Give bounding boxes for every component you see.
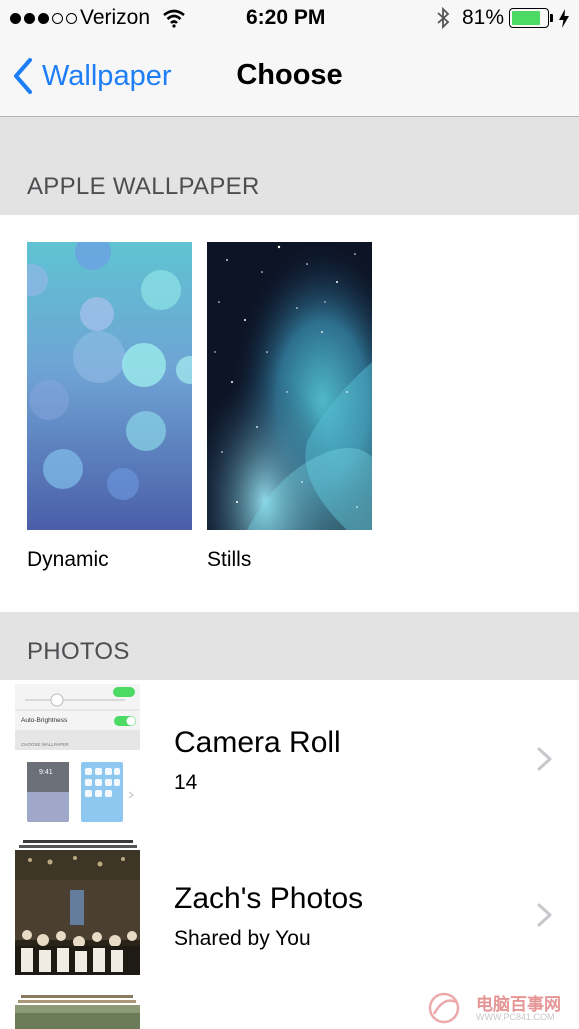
album-title-zachs-photos: Zach's Photos (174, 882, 364, 915)
status-bar: Verizon 6:20 PM 81% (0, 0, 579, 38)
choose-wallpaper-label: CHOOSE WALLPAPER (21, 742, 70, 747)
wifi-icon (163, 9, 185, 28)
photos-section-header: PHOTOS (0, 612, 579, 680)
site-watermark: 电脑百事网 WWW.PC841.COM (424, 988, 579, 1028)
photos-panel: Auto-Brightness CHOOSE WALLPAPER 9:41 Ca… (0, 680, 579, 1029)
page-title: Choose (236, 59, 343, 91)
album-subtitle-zachs-photos: Shared by You (174, 927, 311, 950)
wallpaper-thumbnail-dynamic[interactable] (27, 242, 192, 530)
wallpaper-thumbnail-stills[interactable] (207, 242, 372, 530)
navigation-bar: Wallpaper Choose (0, 38, 579, 117)
battery-cap (550, 14, 553, 22)
album-count-camera-roll: 14 (174, 771, 198, 794)
wallpaper-label-stills: Stills (207, 548, 252, 571)
watermark-logo-icon (428, 992, 460, 1024)
album-thumbnail-zachs-photos (15, 840, 140, 975)
chevron-right-icon (537, 747, 552, 771)
chevron-right-icon (537, 903, 552, 927)
lock-screen-time: 9:41 (39, 769, 53, 776)
clock: 6:20 PM (246, 6, 326, 29)
album-thumbnail-partial (15, 995, 140, 1029)
apple-wallpaper-panel: Dynamic Stills (0, 215, 579, 612)
section-header-label: APPLE WALLPAPER (27, 173, 260, 200)
wallpaper-label-dynamic: Dynamic (27, 548, 109, 571)
auto-brightness-label: Auto-Brightness (21, 717, 68, 724)
album-title-camera-roll: Camera Roll (174, 726, 341, 759)
album-thumbnail-camera-roll: Auto-Brightness CHOOSE WALLPAPER 9:41 (15, 684, 140, 824)
carrier-label: Verizon (80, 6, 151, 29)
bluetooth-icon (437, 6, 450, 30)
section-header-label: PHOTOS (27, 638, 130, 665)
album-row-camera-roll[interactable]: Auto-Brightness CHOOSE WALLPAPER 9:41 Ca… (0, 680, 579, 836)
signal-strength-icon (10, 13, 77, 24)
album-row-zachs-photos[interactable]: Zach's Photos Shared by You (0, 836, 579, 992)
apple-wallpaper-section-header: APPLE WALLPAPER (0, 117, 579, 215)
battery-percent: 81% (462, 6, 505, 29)
charging-icon (559, 9, 569, 28)
battery-icon (509, 8, 549, 28)
watermark-url: WWW.PC841.COM (476, 1012, 555, 1022)
